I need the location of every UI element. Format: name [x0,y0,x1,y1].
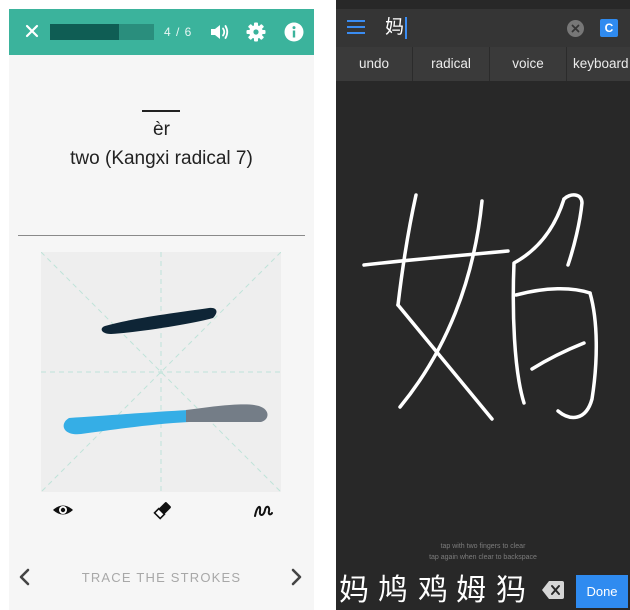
chevron-right-icon[interactable] [285,566,307,588]
divider [18,235,305,236]
close-icon[interactable] [21,20,43,42]
candidate-bar: 妈 鸠 鸡 姆 犸 Done [336,571,630,610]
tool-row: undo radical voice keyboard [336,47,630,81]
meaning-label: two (Kangxi radical 7) [70,148,253,169]
info-icon[interactable] [283,21,305,43]
hint-text: tap again when clear to backspace [429,554,537,561]
handwritten-strokes [362,193,599,421]
answer-blank [142,110,180,112]
candidate-character[interactable]: 鸠 [378,572,408,610]
eraser-icon[interactable] [151,498,175,522]
menu-icon[interactable] [347,19,365,35]
stroke-remaining [186,404,268,422]
guide-lines [41,252,281,492]
undo-button[interactable]: undo [336,47,412,81]
stroke-traced [63,410,190,435]
progress-counter: 4 / 6 [164,25,193,39]
pinyin-label: èr [153,119,170,140]
mode-label: TRACE THE STROKES [81,570,242,585]
progress-bar [50,24,154,40]
stroke-completed [101,307,217,334]
candidate-character[interactable]: 姆 [456,572,486,610]
copy-button[interactable]: C [600,19,618,37]
done-button[interactable]: Done [576,575,628,608]
squiggle-draw-icon[interactable] [251,498,275,522]
voice-button[interactable]: voice [490,47,566,81]
text-caret [405,17,407,39]
stroke-order-app: 4 / 6 èr two (Kangxi radical 7) TRACE TH… [0,0,323,610]
progress-fill [50,24,120,40]
backspace-icon[interactable] [541,579,565,601]
handwriting-input-app: 妈 C undo radical voice keyboard tap with… [336,0,630,610]
hint-text: tap with two fingers to clear [440,543,526,550]
input-bar: 妈 C [336,9,630,47]
chevron-left-icon[interactable] [14,566,36,588]
keyboard-button[interactable]: keyboard [567,47,630,81]
writing-grid[interactable] [41,252,281,492]
top-bar: 4 / 6 [9,9,314,55]
candidate-character[interactable]: 妈 [339,572,369,610]
clear-circle-icon[interactable] [567,20,584,37]
gear-icon[interactable] [245,21,267,43]
speaker-icon[interactable] [208,21,230,43]
eye-icon[interactable] [51,498,75,522]
candidate-character[interactable]: 犸 [496,572,526,610]
handwriting-canvas[interactable] [336,81,630,571]
candidate-character[interactable]: 鸡 [418,572,448,610]
radical-button[interactable]: radical [413,47,489,81]
text-input[interactable]: 妈 [385,16,404,40]
